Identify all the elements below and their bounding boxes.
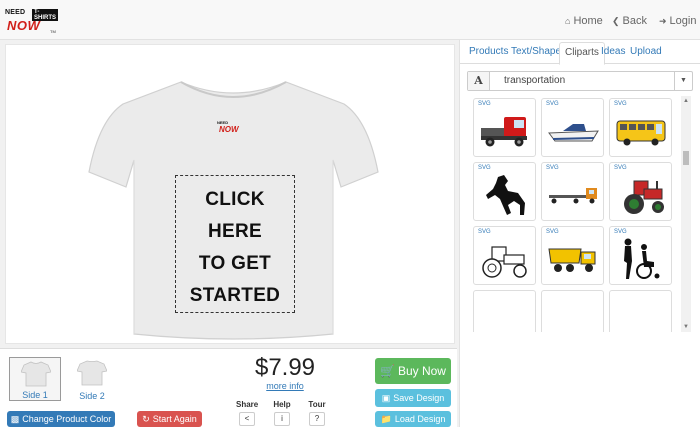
tshirt-front-icon: [21, 361, 51, 387]
brand-logo[interactable]: NEED T-SHIRTS NOW TM: [5, 9, 58, 34]
tab-ideas[interactable]: Ideas: [601, 46, 625, 57]
svg-tag: SVG: [478, 229, 491, 235]
tshirt-back-icon: [77, 360, 107, 386]
share-icon[interactable]: <: [239, 412, 255, 426]
scroll-down-icon[interactable]: ▼: [682, 323, 690, 331]
nav-back[interactable]: ❮ Back: [612, 15, 647, 27]
product-price: $7.99: [254, 354, 316, 381]
tractor-outline-icon: [482, 246, 527, 278]
load-design-label: Load Design: [394, 414, 446, 424]
start-again-button[interactable]: ↻ Start Again: [137, 411, 202, 427]
clipart-item[interactable]: SVG: [473, 162, 536, 221]
nav-login-label: Login: [669, 15, 697, 27]
logo-tm: TM: [50, 29, 56, 34]
red-tractor-icon: [624, 180, 664, 214]
clipart-item[interactable]: SVG: [473, 226, 536, 285]
clipart-item[interactable]: [541, 290, 604, 332]
back-icon: ❮: [612, 16, 620, 26]
share-tool[interactable]: Share <: [236, 400, 258, 426]
panel-tabs: Products Text/Shapes Cliparts Ideas Uplo…: [460, 40, 700, 65]
side-2-thumb[interactable]: Side 2: [66, 357, 118, 401]
login-icon: ➜: [659, 16, 667, 26]
logo-line1: NEED: [5, 9, 26, 16]
flatbed-truck-icon: [549, 188, 597, 204]
tab-cliparts[interactable]: Cliparts: [559, 42, 605, 65]
nav-login[interactable]: ➜ Login: [659, 15, 696, 27]
clipart-scrollbar[interactable]: ▲ ▼: [681, 96, 691, 332]
clipart-category-select[interactable]: A transportation ▼: [467, 71, 693, 91]
nav-home-label: Home: [573, 15, 603, 27]
home-icon: ⌂: [565, 16, 571, 26]
tab-text-shapes[interactable]: Text/Shapes: [511, 46, 566, 57]
side-1-thumb[interactable]: Side 1: [9, 357, 61, 401]
shirt-brand-print: NEED NOW: [217, 120, 247, 138]
svg-tag: SVG: [478, 165, 491, 171]
change-color-label: Change Product Color: [22, 414, 112, 424]
save-design-label: Save Design: [393, 393, 445, 403]
tools-panel: Products Text/Shapes Cliparts Ideas Uplo…: [459, 40, 700, 427]
load-design-button[interactable]: 📁 Load Design: [375, 411, 451, 427]
share-label: Share: [236, 400, 259, 409]
help-label: Help: [273, 400, 291, 409]
school-bus-icon: [616, 120, 666, 146]
semi-truck-icon: [481, 117, 527, 147]
clipart-item[interactable]: SVG: [541, 98, 604, 157]
tab-products[interactable]: Products: [469, 46, 508, 57]
palette-icon: ▩: [10, 414, 20, 424]
cta-line1: CLICK HERE: [205, 189, 265, 242]
clipart-item[interactable]: SVG: [473, 98, 536, 157]
clipart-item[interactable]: SVG: [609, 162, 672, 221]
question-icon[interactable]: ?: [309, 412, 325, 426]
tab-upload[interactable]: Upload: [630, 46, 662, 57]
cart-icon: 🛒: [380, 364, 395, 378]
font-icon: A: [468, 72, 490, 90]
design-canvas[interactable]: NEED NOW CLICK HERE TO GET STARTED: [5, 44, 455, 344]
buy-now-label: Buy Now: [397, 364, 446, 378]
clipart-item[interactable]: SVG: [541, 162, 604, 221]
more-info-link[interactable]: more info: [240, 381, 330, 391]
svg-tag: SVG: [546, 101, 559, 107]
svg-tag: SVG: [478, 101, 491, 107]
speedboat-icon: [548, 124, 599, 142]
cta-line3: STARTED: [189, 285, 281, 306]
dump-truck-icon: [548, 248, 596, 272]
svg-tag: SVG: [546, 165, 559, 171]
info-icon[interactable]: i: [274, 412, 290, 426]
tour-tool[interactable]: Tour ?: [306, 400, 328, 426]
nav-home[interactable]: ⌂ Home: [565, 15, 603, 27]
clipart-item[interactable]: SVG: [541, 226, 604, 285]
cta-line2: TO GET: [198, 253, 272, 274]
svg-tag: SVG: [614, 101, 627, 107]
horse-silhouette-icon: [486, 175, 525, 215]
clipart-item[interactable]: SVG: [609, 98, 672, 157]
help-tool[interactable]: Help i: [271, 400, 293, 426]
caret-down-icon[interactable]: ▼: [674, 72, 692, 90]
clipart-item[interactable]: [609, 290, 672, 332]
clipart-category-value: transportation: [504, 75, 566, 86]
save-icon: ▣: [381, 393, 391, 403]
top-navbar: NEED T-SHIRTS NOW TM ⌂ Home ❮ Back ➜ Login: [0, 0, 700, 40]
scroll-thumb[interactable]: [683, 151, 689, 165]
clipart-item[interactable]: [473, 290, 536, 332]
buy-now-button[interactable]: 🛒 Buy Now: [375, 358, 451, 384]
svg-tag: SVG: [546, 229, 559, 235]
refresh-icon: ↻: [142, 414, 150, 424]
shirt-print-line2: NOW: [219, 125, 239, 134]
clipart-grid: SVG SVG SVG SVG SVG SVG SVG SVG SVG: [467, 96, 680, 332]
folder-icon: 📁: [380, 414, 392, 424]
side-1-label: Side 1: [22, 390, 48, 400]
save-design-button[interactable]: ▣ Save Design: [375, 389, 451, 407]
tour-label: Tour: [308, 400, 326, 409]
change-product-color-button[interactable]: ▩ Change Product Color: [7, 411, 115, 427]
nav-back-label: Back: [622, 15, 648, 27]
wheelchair-icon: [624, 238, 660, 279]
svg-tag: SVG: [614, 165, 627, 171]
side-2-label: Side 2: [79, 391, 105, 401]
logo-line2: NOW: [7, 18, 41, 33]
svg-tag: SVG: [614, 229, 627, 235]
clipart-item[interactable]: SVG: [609, 226, 672, 285]
start-again-label: Start Again: [152, 414, 197, 424]
print-area[interactable]: CLICK HERE TO GET STARTED: [175, 175, 295, 313]
scroll-up-icon[interactable]: ▲: [682, 97, 690, 105]
